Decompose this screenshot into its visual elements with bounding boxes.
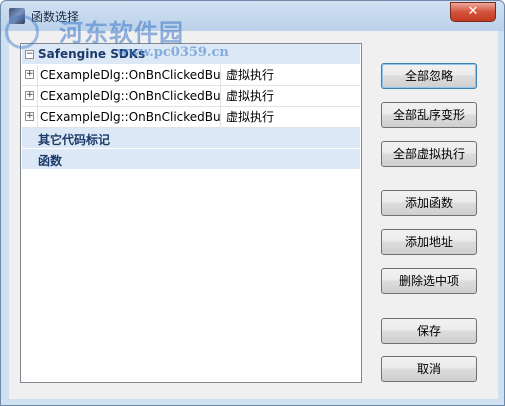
function-select-dialog: 函数选择 ✕ − Safengine SDKs + CExampleDlg::O… xyxy=(0,0,505,406)
tree-item-row[interactable]: + CExampleDlg::OnBnClickedButte 虚拟执行 xyxy=(22,65,360,86)
virtualize-all-button[interactable]: 全部虚拟执行 xyxy=(381,141,477,167)
cancel-button[interactable]: 取消 xyxy=(381,356,477,382)
watermark-logo-icon xyxy=(5,15,39,49)
tree-group-functions[interactable]: 函数 xyxy=(22,149,360,170)
group-label: 函数 xyxy=(38,154,63,168)
add-address-button[interactable]: 添加地址 xyxy=(381,229,477,255)
protection-mode-cell[interactable]: 虚拟执行 xyxy=(224,107,274,127)
tree-group-other-markers[interactable]: 其它代码标记 xyxy=(22,128,360,149)
save-button[interactable]: 保存 xyxy=(381,318,477,344)
watermark-text: 河东软件园 xyxy=(59,18,184,47)
mutate-all-button[interactable]: 全部乱序变形 xyxy=(381,102,477,128)
close-button[interactable]: ✕ xyxy=(450,2,496,22)
add-function-button[interactable]: 添加函数 xyxy=(381,190,477,216)
function-name-cell: CExampleDlg::OnBnClickedButte xyxy=(37,86,221,106)
group-label: 其它代码标记 xyxy=(38,133,111,147)
expand-icon[interactable]: + xyxy=(25,91,34,100)
function-tree-list[interactable]: − Safengine SDKs + CExampleDlg::OnBnClic… xyxy=(20,43,362,383)
protection-mode-cell[interactable]: 虚拟执行 xyxy=(224,65,274,85)
watermark-url: www.pc0359.cn xyxy=(117,45,229,60)
collapse-icon[interactable]: − xyxy=(25,50,34,59)
tree-item-row[interactable]: + CExampleDlg::OnBnClickedButte 虚拟执行 xyxy=(22,107,360,128)
function-name-cell: CExampleDlg::OnBnClickedButte xyxy=(37,107,221,127)
expand-icon[interactable]: + xyxy=(25,70,34,79)
protection-mode-cell[interactable]: 虚拟执行 xyxy=(224,86,274,106)
dialog-client-area: − Safengine SDKs + CExampleDlg::OnBnClic… xyxy=(9,31,498,399)
delete-selected-button[interactable]: 删除选中项 xyxy=(381,268,477,294)
ignore-all-button[interactable]: 全部忽略 xyxy=(381,63,477,89)
tree-item-row[interactable]: + CExampleDlg::OnBnClickedButte 虚拟执行 xyxy=(22,86,360,107)
function-name-cell: CExampleDlg::OnBnClickedButte xyxy=(37,65,221,85)
expand-icon[interactable]: + xyxy=(25,112,34,121)
